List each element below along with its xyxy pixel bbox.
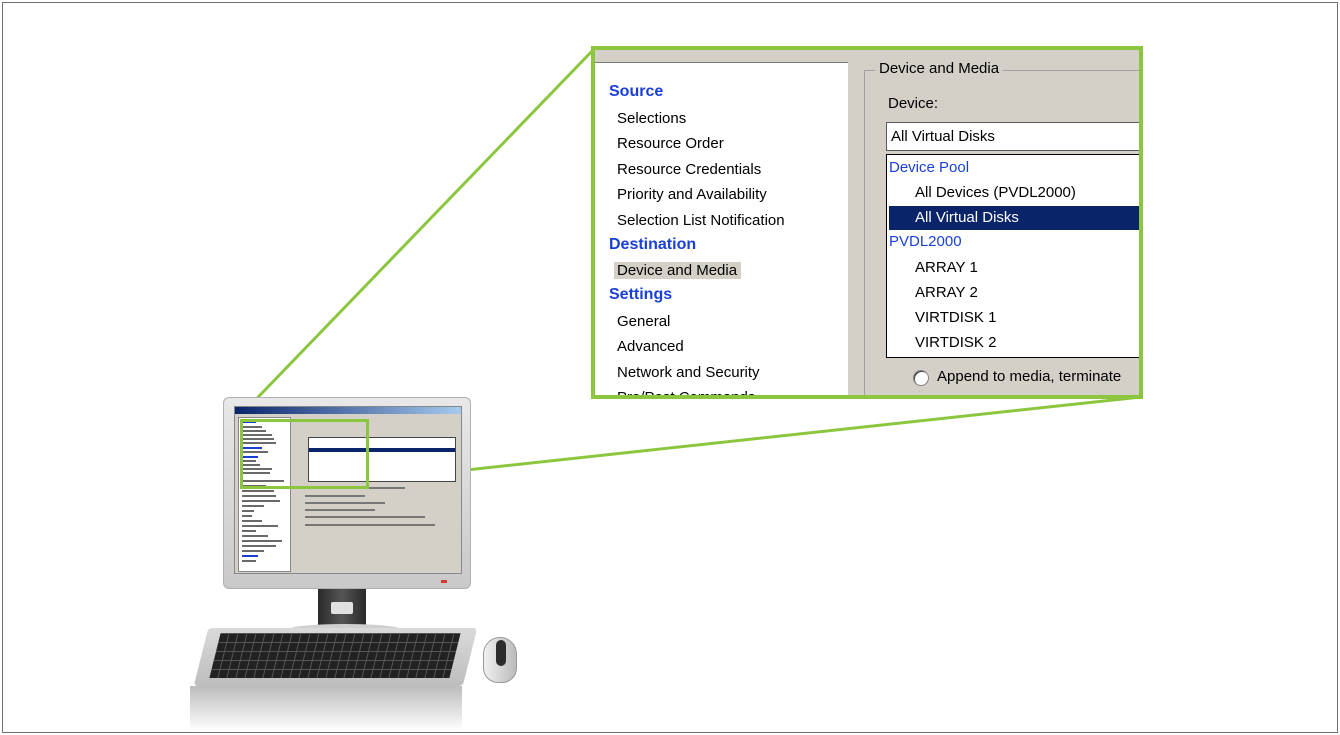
group-title: Device and Media <box>875 60 1004 77</box>
dropdown-item-all-devices[interactable]: All Devices (PVDL2000) <box>915 184 1076 201</box>
device-label: Device: <box>888 95 939 112</box>
nav-item-general[interactable]: General <box>617 313 670 330</box>
dropdown-item-array1[interactable]: ARRAY 1 <box>915 259 978 276</box>
nav-item-priority-availability[interactable]: Priority and Availability <box>617 186 767 203</box>
dropdown-group-device-pool: Device Pool <box>889 159 970 176</box>
mini-titlebar <box>235 407 461 414</box>
device-combo[interactable]: All Virtual Disks <box>886 122 1139 151</box>
nav-heading-destination: Destination <box>609 236 697 253</box>
nav-item-advanced[interactable]: Advanced <box>617 338 684 355</box>
power-light <box>441 580 447 583</box>
nav-item-device-and-media[interactable]: Device and Media <box>614 262 742 279</box>
dropdown-item-virtdisk2[interactable]: VIRTDISK 2 <box>915 334 996 351</box>
dropdown-item-virtdisk1[interactable]: VIRTDISK 1 <box>915 309 996 326</box>
nav-item-pre-post-commands[interactable]: Pre/Post Commands <box>617 389 755 395</box>
monitor-icon <box>223 397 471 589</box>
nav-item-network-security[interactable]: Network and Security <box>617 364 760 381</box>
nav-item-selections[interactable]: Selections <box>617 110 686 127</box>
nav-heading-settings: Settings <box>609 286 673 303</box>
dropdown-group-pvdl2000: PVDL2000 <box>889 233 962 250</box>
device-dropdown-list: Device Pool All Devices (PVDL2000) All V… <box>886 154 1139 358</box>
properties-nav: Source Selections Resource Order Resourc… <box>595 62 852 395</box>
panel-separator <box>848 50 860 395</box>
zoom-callout: Source Selections Resource Order Resourc… <box>591 46 1143 399</box>
dropdown-item-array2[interactable]: ARRAY 2 <box>915 284 978 301</box>
nav-heading-source: Source <box>609 83 664 100</box>
dropdown-item-all-virtual-disks[interactable]: All Virtual Disks <box>915 209 1019 226</box>
stand-cutout <box>331 602 353 614</box>
nav-item-resource-credentials[interactable]: Resource Credentials <box>617 161 761 178</box>
nav-item-selection-list-notification[interactable]: Selection List Notification <box>617 212 785 229</box>
append-radio[interactable] <box>913 370 929 386</box>
keyboard-keys <box>209 633 461 678</box>
mini-callout-box <box>240 419 369 489</box>
append-radio-label: Append to media, terminate <box>937 368 1122 385</box>
group-border-left <box>864 70 865 395</box>
mouse-wheel <box>496 640 506 666</box>
mini-screen <box>234 406 462 574</box>
nav-item-resource-order[interactable]: Resource Order <box>617 135 724 152</box>
keyboard-shadow <box>190 686 462 731</box>
